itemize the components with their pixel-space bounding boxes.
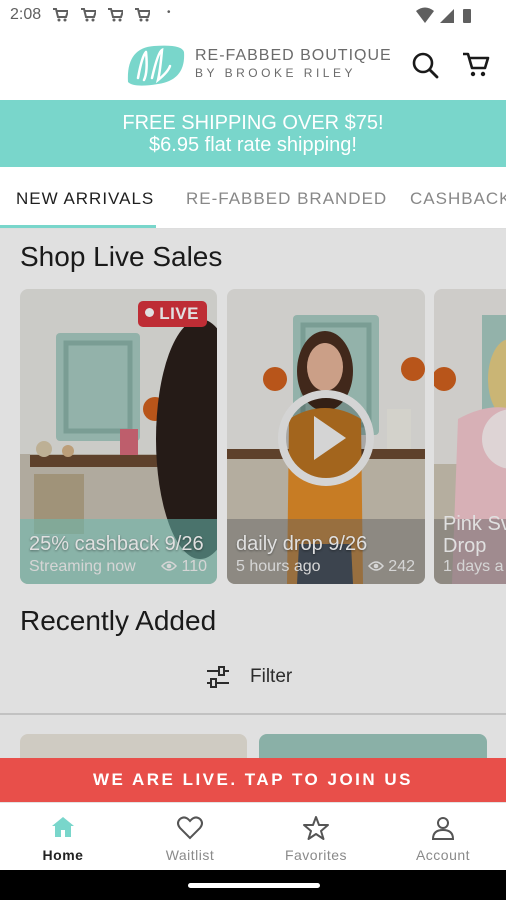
cart-notification-icon [108,8,123,22]
card-title: 25% cashback 9/26 [29,533,204,555]
play-icon[interactable] [274,386,378,490]
battery-icon [463,9,471,23]
card-title: daily drop 9/26 [236,533,368,555]
nav-account[interactable]: Account [380,803,506,871]
tab-re-fabbed-branded[interactable]: RE-FABBED BRANDED [186,189,387,209]
eye-icon [161,561,178,571]
view-count: 242 [368,558,415,576]
status-time: 2:08 [10,6,42,23]
bottom-navigation: Home Waitlist Favorites Account [0,802,506,870]
nav-label: Home [42,847,84,863]
nav-waitlist[interactable]: Waitlist [127,803,253,871]
view-count-value: 242 [388,558,415,575]
nav-label: Waitlist [165,847,215,863]
card-title-line: Pink Sv [443,513,506,535]
tab-new-arrivals[interactable]: NEW ARRIVALS [16,189,154,209]
shipping-promo-banner[interactable]: FREE SHIPPING OVER $75! $6.95 flat rate … [0,100,506,167]
brand-logo[interactable] [124,42,188,88]
live-badge: LIVE [138,301,207,327]
status-system-icons [416,7,471,23]
system-gesture-area [0,870,506,900]
live-sale-card[interactable]: LIVE 25% cashback 9/26 Streaming now 110 [20,289,217,584]
filter-sliders-icon [207,666,229,688]
brand-name: RE-FABBED BOUTIQUE [195,47,392,64]
live-sale-card[interactable]: Pink Sv Drop 1 days a [434,289,506,584]
star-icon [303,816,329,840]
nav-label: Account [415,847,471,863]
person-icon [431,817,455,840]
tab-cashback[interactable]: CASHBACK [410,189,506,209]
cart-notification-icon [81,8,96,22]
wifi-icon [416,7,434,23]
status-dot: • [167,7,171,18]
section-divider [0,713,506,715]
category-tabs: NEW ARRIVALS RE-FABBED BRANDED CASHBACK [0,167,506,229]
eye-icon [368,561,385,571]
status-bar: 2:08 • [0,0,506,32]
live-dot-icon [145,308,155,317]
card-subtitle: 5 hours ago [236,558,321,575]
product-thumbnail[interactable] [259,734,487,759]
promo-subline: $6.95 flat rate shipping! [149,134,357,156]
cart-notification-icon [135,8,150,22]
cart-icon[interactable] [461,50,491,80]
home-icon [52,817,74,837]
recently-added-title: Recently Added [20,605,217,636]
promo-headline: FREE SHIPPING OVER $75! [122,112,384,134]
live-sale-card[interactable]: daily drop 9/26 5 hours ago 242 [227,289,425,584]
shop-live-sales-title: Shop Live Sales [20,241,223,272]
brand-tagline: BY BROOKE RILEY [195,66,356,80]
filter-label: Filter [250,666,293,687]
card-title: Pink Sv Drop [443,513,506,557]
card-title-line: Drop [443,535,487,557]
nav-label: Favorites [284,847,348,863]
product-thumbnail[interactable] [20,734,247,759]
nav-favorites[interactable]: Favorites [253,803,379,871]
card-subtitle: Streaming now [29,558,136,575]
main-content: Shop Live Sales LIVE 25% cashback 9/26 S… [0,229,506,759]
signal-icon [440,9,454,23]
nav-home[interactable]: Home [0,803,126,871]
live-badge-label: LIVE [159,304,199,323]
card-subtitle: 1 days a [443,558,504,575]
cart-notification-icon [53,8,68,22]
view-count-value: 110 [181,558,207,575]
search-icon[interactable] [410,50,440,80]
home-gesture-handle[interactable] [188,883,320,888]
join-live-banner[interactable]: WE ARE LIVE. TAP TO JOIN US [0,758,506,802]
view-count: 110 [161,558,207,576]
heart-icon [177,816,203,840]
